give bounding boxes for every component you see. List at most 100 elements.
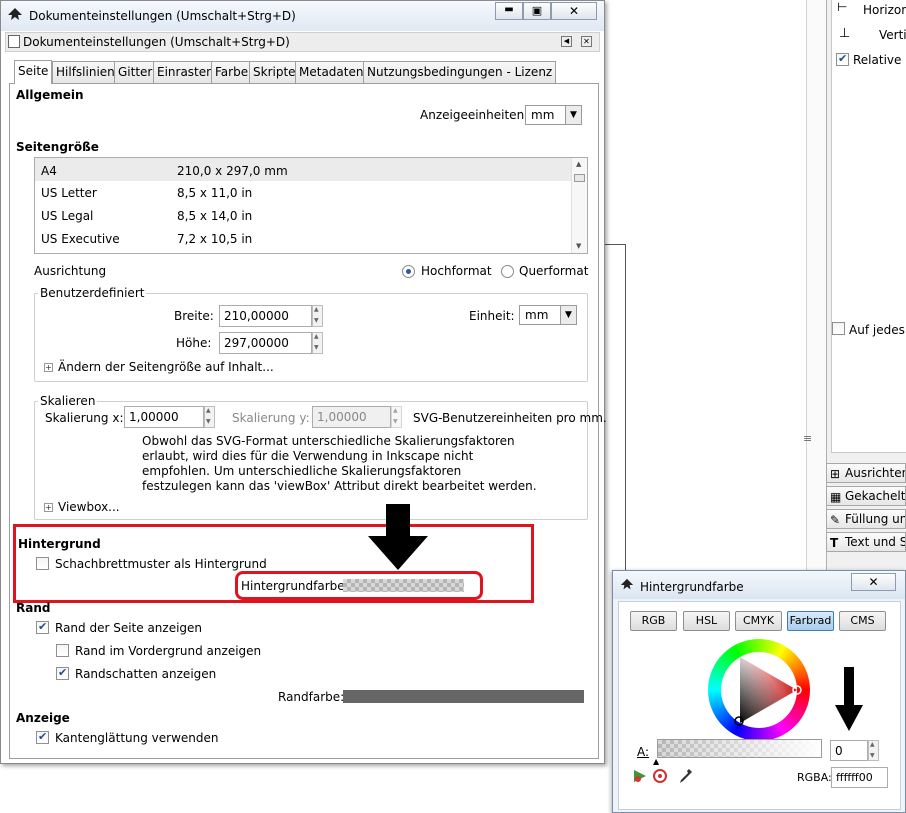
alpha-input[interactable]: 0: [830, 740, 868, 761]
dock-grip-icon[interactable]: ≡: [803, 432, 812, 445]
viewbox-expander[interactable]: Viewbox...: [58, 500, 120, 514]
scroll-down-icon[interactable]: ▼: [576, 242, 581, 250]
tab-einrasten[interactable]: Einrasten: [153, 61, 218, 83]
list-item-size[interactable]: 8,5 x 11,0 in: [177, 186, 252, 200]
panel-title: Dokumenteinstellungen (Umschalt+Strg+D): [23, 35, 290, 49]
align-horizontal-icon[interactable]: ⊢: [837, 0, 847, 14]
alpha-slider-handle-icon[interactable]: ▲: [653, 757, 659, 766]
scale-note-line: Obwohl das SVG-Format unterschiedliche S…: [142, 434, 515, 448]
resize-to-content-expander[interactable]: Ändern der Seitengröße auf Inhalt...: [58, 360, 274, 374]
arrow-down-icon: [368, 504, 428, 570]
antialias-checkbox[interactable]: [36, 730, 49, 744]
dock-fill-label: Füllung und: [845, 512, 905, 526]
border-on-top-checkbox[interactable]: [56, 644, 69, 657]
color-picker-icon[interactable]: [679, 768, 693, 784]
list-item-name[interactable]: US Letter: [41, 186, 97, 200]
window-titlebar[interactable]: Dokumenteinstellungen (Umschalt+Strg+D) …: [1, 1, 604, 31]
orientation-label: Ausrichtung: [34, 264, 107, 278]
border-on-top-label: Rand im Vordergrund anzeigen: [75, 644, 262, 658]
list-scrollbar[interactable]: ▲ ▼: [571, 158, 587, 253]
minimize-button[interactable]: ▬: [495, 2, 523, 20]
tab-gitter[interactable]: Gitter: [114, 61, 157, 83]
tab-metadaten[interactable]: Metadaten: [295, 61, 368, 83]
list-item-size[interactable]: 8,5 x 14,0 in: [177, 209, 252, 223]
color-dialog-titlebar[interactable]: Hintergrundfarbe ✕: [613, 571, 905, 599]
dock-align-label: Ausrichten: [845, 466, 906, 480]
scale-x-input[interactable]: 1,00000: [124, 406, 204, 428]
mode-wheel-button[interactable]: Farbrad: [787, 611, 834, 631]
dock-align-button[interactable]: ⊞ Ausrichten: [826, 463, 906, 483]
display-units-combo[interactable]: mm ▼: [525, 105, 582, 125]
arrow-down-icon: [835, 667, 863, 731]
tab-farbe[interactable]: Farbe: [211, 61, 253, 83]
text-icon: T: [830, 536, 839, 550]
show-border-label: Rand der Seite anzeigen: [55, 621, 203, 635]
align-icon: ⊞: [830, 467, 841, 481]
horizontal-label: Horizon: [863, 3, 906, 17]
height-input[interactable]: 297,00000: [219, 332, 312, 354]
list-item-name[interactable]: US Executive: [41, 232, 120, 246]
mode-rgb-button[interactable]: RGB: [630, 611, 677, 631]
unit-value: mm: [525, 308, 549, 322]
color-triangle[interactable]: [708, 639, 810, 741]
dock-fill-button[interactable]: ✎ Füllung und: [826, 509, 906, 529]
alpha-slider[interactable]: [657, 739, 822, 758]
page-size-list[interactable]: A4 210,0 x 297,0 mm US Letter 8,5 x 11,0…: [34, 157, 588, 254]
background-heading: Hintergrund: [18, 537, 101, 551]
scroll-thumb[interactable]: [574, 174, 585, 182]
list-item-name[interactable]: US Legal: [41, 209, 93, 223]
mode-hsl-button[interactable]: HSL: [683, 611, 730, 631]
height-stepper[interactable]: [312, 332, 323, 354]
show-border-checkbox[interactable]: [36, 620, 49, 634]
checkerboard-checkbox[interactable]: [36, 557, 49, 570]
border-heading: Rand: [16, 601, 51, 615]
dock-text-button[interactable]: T Text und Sc: [826, 532, 906, 552]
document-properties-window: Dokumenteinstellungen (Umschalt+Strg+D) …: [0, 0, 607, 764]
scroll-up-icon[interactable]: ▲: [576, 160, 581, 168]
panel-menu-icon[interactable]: ◀: [561, 36, 572, 47]
list-item-name[interactable]: A4: [41, 164, 57, 178]
background-color-label: Hintergrundfarbe:: [241, 579, 349, 593]
tab-hilfslinien[interactable]: Hilfslinien: [52, 61, 119, 83]
tab-skripte[interactable]: Skripte: [249, 61, 300, 83]
width-input[interactable]: 210,00000: [219, 305, 312, 327]
mode-cmyk-button[interactable]: CMYK: [735, 611, 782, 631]
checkerboard-label: Schachbrettmuster als Hintergrund: [55, 557, 267, 571]
mode-cms-button[interactable]: CMS: [839, 611, 886, 631]
width-label: Breite:: [174, 309, 214, 323]
relative-checkbox[interactable]: [836, 52, 849, 66]
close-button[interactable]: ✕: [551, 2, 597, 20]
list-item-size[interactable]: 7,2 x 10,5 in: [177, 232, 252, 246]
color-dialog-close-button[interactable]: ✕: [851, 573, 896, 591]
panel-close-icon[interactable]: ✕: [581, 36, 592, 47]
width-stepper[interactable]: [312, 305, 323, 327]
chevron-down-icon: ▼: [560, 306, 576, 324]
unit-combo[interactable]: mm ▼: [519, 305, 577, 325]
expand-plus-icon[interactable]: +: [44, 363, 53, 372]
canvas-scrollbar[interactable]: [806, 0, 826, 570]
tab-lizenz[interactable]: Nutzungsbedingungen - Lizenz: [363, 61, 557, 83]
maximize-button[interactable]: ▣: [523, 2, 551, 20]
dock-tiled-button[interactable]: ▦Gekachelte: [826, 486, 906, 506]
page-border-line: [604, 244, 626, 245]
border-color-swatch[interactable]: [343, 690, 584, 703]
fill-pen-icon: ✎: [830, 513, 841, 527]
border-shadow-checkbox[interactable]: [56, 666, 69, 680]
gamut-dot: [658, 774, 662, 778]
alpha-stepper[interactable]: [868, 740, 879, 761]
tab-seite[interactable]: Seite: [14, 60, 53, 84]
expand-plus-icon[interactable]: +: [44, 503, 53, 512]
dock-text-label: Text und Sc: [845, 535, 905, 549]
apply-each-checkbox[interactable]: [832, 322, 845, 335]
color-picker-dialog: Hintergrundfarbe ✕ RGB HSL CMYK Farbrad …: [612, 570, 906, 813]
document-props-icon: [8, 35, 20, 48]
scale-x-stepper[interactable]: [204, 406, 215, 428]
background-color-swatch[interactable]: [343, 579, 464, 592]
color-wheel[interactable]: [708, 639, 810, 741]
rgba-input[interactable]: ffffff00: [831, 767, 888, 788]
scale-y-stepper: [391, 406, 402, 428]
portrait-radio[interactable]: [402, 265, 415, 278]
landscape-radio[interactable]: [501, 265, 514, 278]
list-item-size[interactable]: 210,0 x 297,0 mm: [177, 164, 288, 178]
align-vertical-icon[interactable]: ⊥: [839, 26, 850, 41]
